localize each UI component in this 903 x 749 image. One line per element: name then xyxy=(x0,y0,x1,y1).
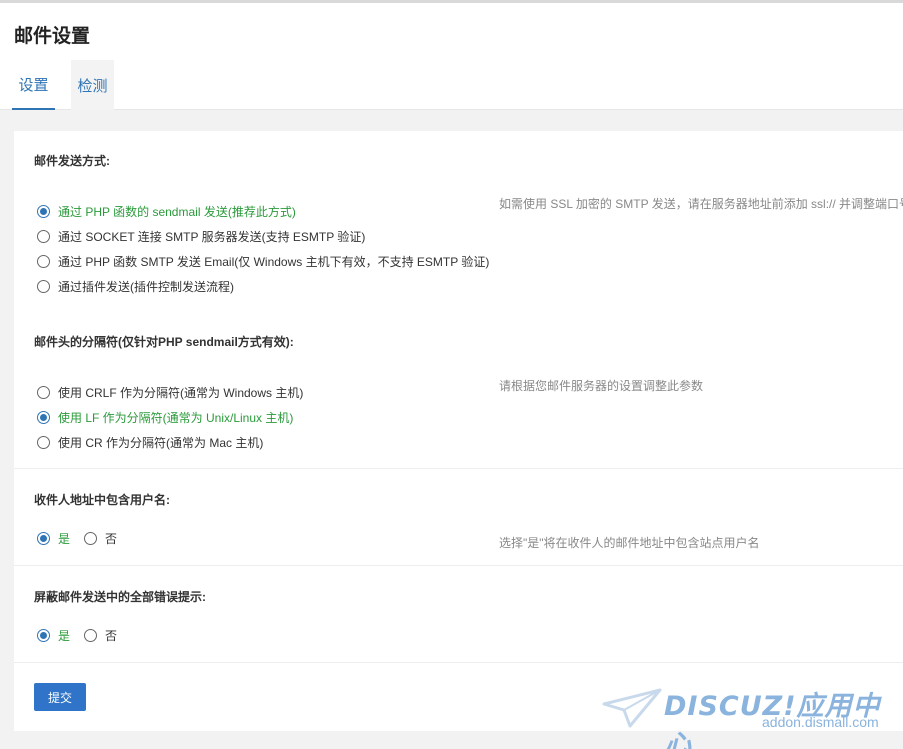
send-method-hint: 如需使用 SSL 加密的 SMTP 发送，请在服务器地址前添加 ssl:// 并… xyxy=(499,197,903,211)
option-label: 通过 SOCKET 连接 SMTP 服务器发送(支持 ESMTP 验证) xyxy=(58,230,366,244)
option-label: 使用 LF 作为分隔符(通常为 Unix/Linux 主机) xyxy=(58,411,294,425)
watermark-url: addon.dismall.com xyxy=(762,714,879,730)
radio-icon[interactable] xyxy=(37,280,50,293)
radio-icon[interactable] xyxy=(84,629,98,642)
include-username-hint: 选择"是"将在收件人的邮件地址中包含站点用户名 xyxy=(499,536,760,550)
option-label: 否 xyxy=(105,629,118,643)
page-header: 邮件设置 设置 检测 xyxy=(0,3,903,110)
option-label: 是 xyxy=(58,629,71,643)
include-username-title: 收件人地址中包含用户名: xyxy=(34,493,170,507)
radio-icon[interactable] xyxy=(37,255,50,268)
radio-checked-icon[interactable] xyxy=(37,532,50,545)
include-username-no[interactable]: 否 xyxy=(84,530,117,547)
send-method-option-php-smtp[interactable]: 通过 PHP 函数 SMTP 发送 Email(仅 Windows 主机下有效，… xyxy=(37,253,489,270)
header-separator-hint: 请根据您邮件服务器的设置调整此参数 xyxy=(499,379,704,393)
tab-settings[interactable]: 设置 xyxy=(12,60,55,110)
option-label: 使用 CR 作为分隔符(通常为 Mac 主机) xyxy=(58,436,264,450)
radio-icon[interactable] xyxy=(37,230,50,243)
radio-icon[interactable] xyxy=(84,532,98,545)
option-label: 否 xyxy=(105,532,118,546)
page-title: 邮件设置 xyxy=(14,26,91,47)
option-label: 是 xyxy=(58,532,71,546)
separator-option-cr[interactable]: 使用 CR 作为分隔符(通常为 Mac 主机) xyxy=(37,434,263,451)
include-username-yes[interactable]: 是 xyxy=(37,530,70,547)
send-method-option-socket[interactable]: 通过 SOCKET 连接 SMTP 服务器发送(支持 ESMTP 验证) xyxy=(37,228,365,245)
section-divider xyxy=(14,662,903,663)
option-label: 通过 PHP 函数 SMTP 发送 Email(仅 Windows 主机下有效，… xyxy=(58,255,490,269)
section-divider xyxy=(14,565,903,566)
separator-option-crlf[interactable]: 使用 CRLF 作为分隔符(通常为 Windows 主机) xyxy=(37,384,303,401)
paper-plane-icon xyxy=(602,688,662,728)
radio-checked-icon[interactable] xyxy=(37,629,50,642)
suppress-errors-radios: 是 否 xyxy=(37,627,131,644)
suppress-errors-title: 屏蔽邮件发送中的全部错误提示: xyxy=(34,590,206,604)
separator-option-lf[interactable]: 使用 LF 作为分隔符(通常为 Unix/Linux 主机) xyxy=(37,409,293,426)
option-label: 通过插件发送(插件控制发送流程) xyxy=(58,280,234,294)
section-divider xyxy=(14,468,903,469)
suppress-errors-no[interactable]: 否 xyxy=(84,627,117,644)
header-separator-title: 邮件头的分隔符(仅针对PHP sendmail方式有效): xyxy=(34,335,294,349)
radio-icon[interactable] xyxy=(37,436,50,449)
tab-test[interactable]: 检测 xyxy=(71,60,114,110)
radio-icon[interactable] xyxy=(37,386,50,399)
option-label: 通过 PHP 函数的 sendmail 发送(推荐此方式) xyxy=(58,205,296,219)
tab-bar: 设置 检测 xyxy=(12,60,130,110)
discuz-watermark: DISCUZ!应用中心 addon.dismall.com xyxy=(602,684,892,749)
option-label: 使用 CRLF 作为分隔符(通常为 Windows 主机) xyxy=(58,386,304,400)
radio-checked-icon[interactable] xyxy=(37,205,50,218)
submit-button[interactable]: 提交 xyxy=(34,683,86,711)
include-username-radios: 是 否 xyxy=(37,530,131,547)
send-method-option-plugin[interactable]: 通过插件发送(插件控制发送流程) xyxy=(37,278,234,295)
send-method-title: 邮件发送方式: xyxy=(34,154,110,168)
suppress-errors-yes[interactable]: 是 xyxy=(37,627,70,644)
settings-form: 邮件发送方式: 如需使用 SSL 加密的 SMTP 发送，请在服务器地址前添加 … xyxy=(14,131,903,731)
radio-checked-icon[interactable] xyxy=(37,411,50,424)
send-method-option-sendmail[interactable]: 通过 PHP 函数的 sendmail 发送(推荐此方式) xyxy=(37,203,296,220)
